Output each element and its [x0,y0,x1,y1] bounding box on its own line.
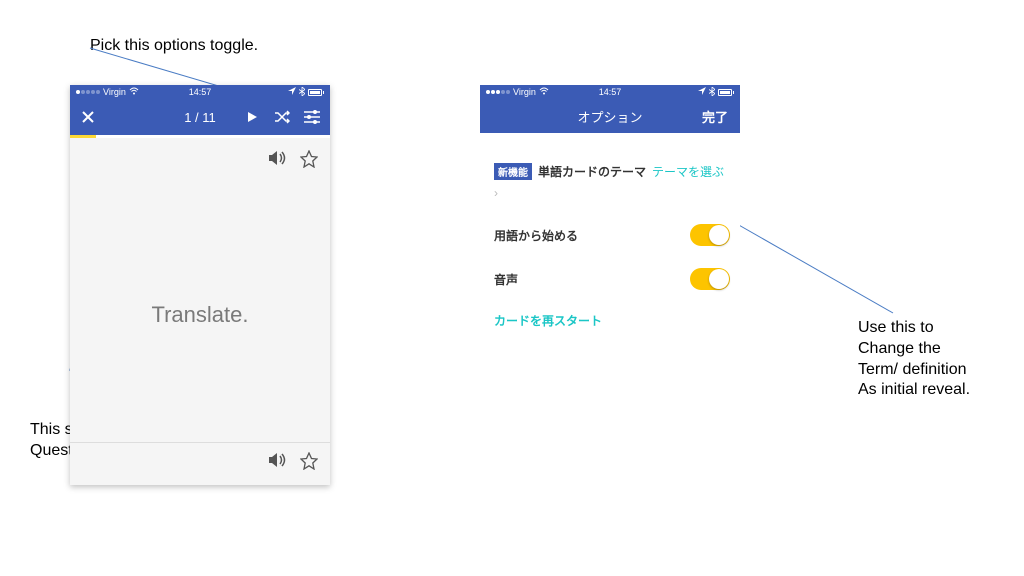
restart-cards-link[interactable]: カードを再スタート [494,312,730,329]
phone-flashcards: Virgin 14:57 1 / 11 [70,85,330,485]
star-icon[interactable] [300,452,318,475]
wifi-icon [539,87,549,97]
phone-options: Virgin 14:57 オプション 完了 新機能 単語カードのテーマ テーマを… [480,85,740,315]
carrier-label: Virgin [103,87,126,97]
location-icon [698,87,706,97]
options-toggle-button[interactable] [304,109,320,125]
bluetooth-icon [299,87,305,98]
wifi-icon [129,87,139,97]
done-button[interactable]: 完了 [702,107,728,126]
card-front-text: Translate. [70,302,330,328]
options-title: オプション [577,107,642,126]
flashcard-area[interactable]: Translate. [70,138,330,485]
card-divider [70,442,330,443]
start-with-term-label: 用語から始める [494,227,578,244]
flashcard-navbar: 1 / 11 [70,99,330,135]
start-with-term-row: 用語から始める [494,224,730,246]
card-actions-bottom [268,452,318,475]
battery-icon [718,89,734,96]
new-badge: 新機能 [494,163,532,180]
play-button[interactable] [244,109,260,125]
status-bar: Virgin 14:57 [480,85,740,99]
signal-dots-icon [76,90,100,94]
audio-label: 音声 [494,271,518,288]
sound-icon[interactable] [268,150,286,173]
close-button[interactable] [80,109,96,125]
options-navbar: オプション 完了 [480,99,740,133]
card-actions-top [268,150,318,173]
start-with-term-toggle[interactable] [690,224,730,246]
annotation-top: Pick this options toggle. [90,36,258,57]
options-body: 新機能 単語カードのテーマ テーマを選ぶ › 用語から始める 音声 カードを再ス… [480,133,740,339]
status-bar: Virgin 14:57 [70,85,330,99]
star-icon[interactable] [300,150,318,173]
shuffle-button[interactable] [274,109,290,125]
theme-row[interactable]: 新機能 単語カードのテーマ テーマを選ぶ › [494,163,730,200]
theme-label: 単語カードのテーマ [538,163,646,180]
signal-dots-icon [486,90,510,94]
bluetooth-icon [709,87,715,98]
audio-row: 音声 [494,268,730,290]
carrier-label: Virgin [513,87,536,97]
location-icon [288,87,296,97]
chevron-right-icon: › [494,186,498,200]
choose-theme-link[interactable]: テーマを選ぶ [652,163,724,180]
annotation-right: Use this to Change the Term/ definition … [858,318,970,401]
battery-icon [308,89,324,96]
audio-toggle[interactable] [690,268,730,290]
sound-icon[interactable] [268,452,286,475]
